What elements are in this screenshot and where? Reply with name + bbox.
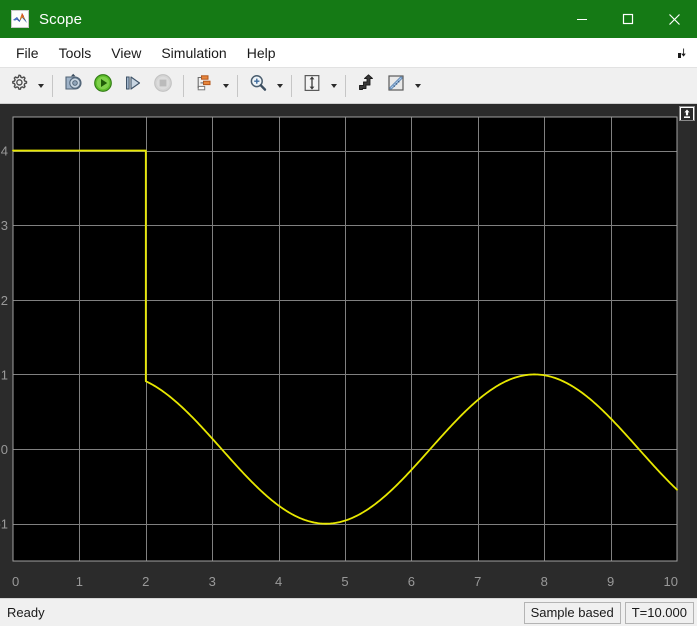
y-tick-label: -1 xyxy=(0,517,8,532)
toolbar-separator xyxy=(52,74,53,97)
x-tick-label: 8 xyxy=(541,574,548,589)
x-tick-label: 6 xyxy=(408,574,415,589)
chevron-down-icon xyxy=(222,83,229,88)
autoscale-button[interactable] xyxy=(297,71,327,101)
window-title: Scope xyxy=(39,10,83,28)
sample-mode-panel: Sample based xyxy=(523,601,621,624)
legend-button[interactable] xyxy=(351,71,381,101)
configuration-properties-button[interactable] xyxy=(4,71,34,101)
title-bar: Scope xyxy=(0,0,697,38)
y-tick-label: 3 xyxy=(1,218,8,233)
y-tick-label: 1 xyxy=(1,367,8,382)
menu-file[interactable]: File xyxy=(6,41,49,65)
close-button[interactable] xyxy=(651,0,697,38)
ruler-pencil-icon xyxy=(386,73,406,98)
gear-icon xyxy=(9,73,29,98)
matlab-membrane-icon xyxy=(11,10,29,28)
toolbar-separator xyxy=(183,74,184,97)
step-forward-button[interactable] xyxy=(118,71,148,101)
y-tick-label: 0 xyxy=(1,442,8,457)
x-tick-label: 10 xyxy=(664,574,678,589)
rewind-button[interactable] xyxy=(58,71,88,101)
rewind-to-start-icon xyxy=(62,73,84,98)
scroll-lock-pin-icon[interactable] xyxy=(679,106,695,121)
scope-window: Scope File Tools View Simulation Help 1 … xyxy=(0,0,697,626)
x-tick-label: 9 xyxy=(607,574,614,589)
x-tick-label: 7 xyxy=(474,574,481,589)
maximize-button[interactable] xyxy=(605,0,651,38)
menu-simulation[interactable]: Simulation xyxy=(151,41,236,65)
autoscale-caret[interactable] xyxy=(327,72,340,100)
step-forward-icon xyxy=(123,73,143,98)
autoscale-fit-icon xyxy=(302,73,322,98)
chevron-down-icon xyxy=(414,83,421,88)
x-tick-label: 4 xyxy=(275,574,282,589)
stop-icon xyxy=(153,73,173,98)
x-tick-label: 3 xyxy=(209,574,216,589)
x-tick-label: 5 xyxy=(341,574,348,589)
chevron-down-icon xyxy=(276,83,283,88)
play-icon xyxy=(93,73,113,98)
toolbar-separator xyxy=(291,74,292,97)
zoom-in-magnifier-icon xyxy=(248,73,268,98)
toolbar-separator xyxy=(237,74,238,97)
undock-arrow-icon[interactable] xyxy=(674,45,690,61)
menu-bar: File Tools View Simulation Help xyxy=(0,38,697,68)
scope-figure: -1 0 1 2 3 4 0 1 2 3 4 5 6 7 8 9 10 xyxy=(0,104,697,598)
signal-selection-caret[interactable] xyxy=(219,72,232,100)
status-bar: Ready Sample based T=10.000 xyxy=(0,598,697,626)
toolbar-separator xyxy=(345,74,346,97)
zoom-in-caret[interactable] xyxy=(273,72,286,100)
signal-selection-button[interactable] xyxy=(189,71,219,101)
configuration-properties-caret[interactable] xyxy=(34,72,47,100)
minimize-button[interactable] xyxy=(559,0,605,38)
toolbar xyxy=(0,68,697,104)
x-tick-label: 1 xyxy=(76,574,83,589)
chevron-down-icon xyxy=(330,83,337,88)
menu-help[interactable]: Help xyxy=(237,41,286,65)
status-message: Ready xyxy=(7,605,45,620)
window-controls xyxy=(559,0,697,38)
scope-plot-area[interactable]: -1 0 1 2 3 4 0 1 2 3 4 5 6 7 8 9 10 xyxy=(0,104,697,598)
simulation-time-panel: T=10.000 xyxy=(624,601,694,624)
y-tick-label: 4 xyxy=(1,144,8,159)
x-tick-label: 2 xyxy=(142,574,149,589)
menu-view[interactable]: View xyxy=(101,41,151,65)
cursor-measurements-button[interactable] xyxy=(381,71,411,101)
x-tick-label: 0 xyxy=(12,574,19,589)
chevron-down-icon xyxy=(37,83,44,88)
run-button[interactable] xyxy=(88,71,118,101)
menu-tools[interactable]: Tools xyxy=(49,41,102,65)
y-tick-label: 2 xyxy=(1,293,8,308)
legend-icon xyxy=(356,73,376,98)
stop-button[interactable] xyxy=(148,71,178,101)
cursor-measurements-caret[interactable] xyxy=(411,72,424,100)
signal-selector-icon xyxy=(194,73,214,98)
zoom-in-button[interactable] xyxy=(243,71,273,101)
